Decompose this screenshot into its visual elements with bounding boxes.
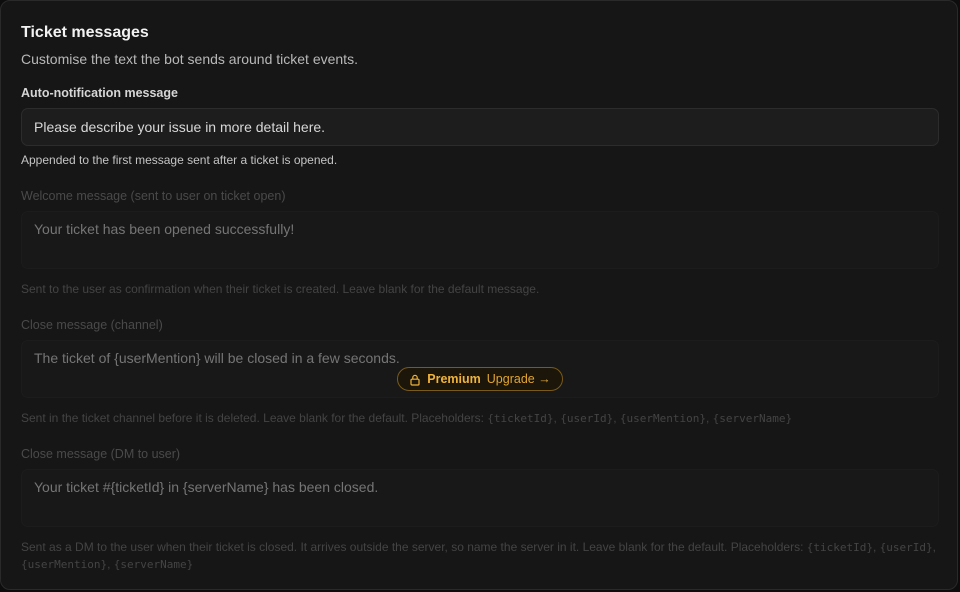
upgrade-link[interactable]: Upgrade → — [487, 372, 551, 386]
close-dm-textarea[interactable] — [21, 469, 939, 527]
section-title: Ticket messages — [21, 24, 149, 41]
welcome-message-textarea[interactable] — [21, 211, 939, 269]
ticket-messages-card: Ticket messages Customise the text the b… — [0, 0, 958, 590]
close-dm-help-text: Sent as a DM to the user when their tick… — [21, 540, 807, 554]
auto-notification-label: Auto-notification message — [21, 86, 178, 100]
placeholder-user-id: {userId} — [560, 412, 614, 425]
auto-notification-help: Appended to the first message sent after… — [21, 153, 338, 167]
placeholder-ticket-id: {ticketId} — [487, 412, 554, 425]
welcome-message-label: Welcome message (sent to user on ticket … — [21, 189, 286, 203]
close-channel-help: Sent in the ticket channel before it is … — [21, 411, 793, 425]
placeholder-user-mention: {userMention} — [21, 558, 108, 571]
placeholder-server-name: {serverName} — [712, 412, 793, 425]
section-subtitle: Customise the text the bot sends around … — [21, 51, 358, 67]
premium-badge-label: Premium — [427, 372, 481, 386]
placeholder-ticket-id: {ticketId} — [806, 541, 873, 554]
premium-upgrade-button[interactable]: Premium Upgrade → — [397, 367, 563, 391]
auto-notification-input[interactable] — [21, 108, 939, 146]
close-channel-label: Close message (channel) — [21, 318, 163, 332]
close-dm-label: Close message (DM to user) — [21, 447, 181, 461]
welcome-message-help: Sent to the user as confirmation when th… — [21, 282, 540, 296]
placeholder-user-id: {userId} — [879, 541, 933, 554]
lock-icon — [409, 373, 421, 386]
placeholder-server-name: {serverName} — [113, 558, 194, 571]
close-dm-help: Sent as a DM to the user when their tick… — [21, 540, 936, 571]
placeholder-user-mention: {userMention} — [619, 412, 706, 425]
close-channel-help-text: Sent in the ticket channel before it is … — [21, 411, 488, 425]
